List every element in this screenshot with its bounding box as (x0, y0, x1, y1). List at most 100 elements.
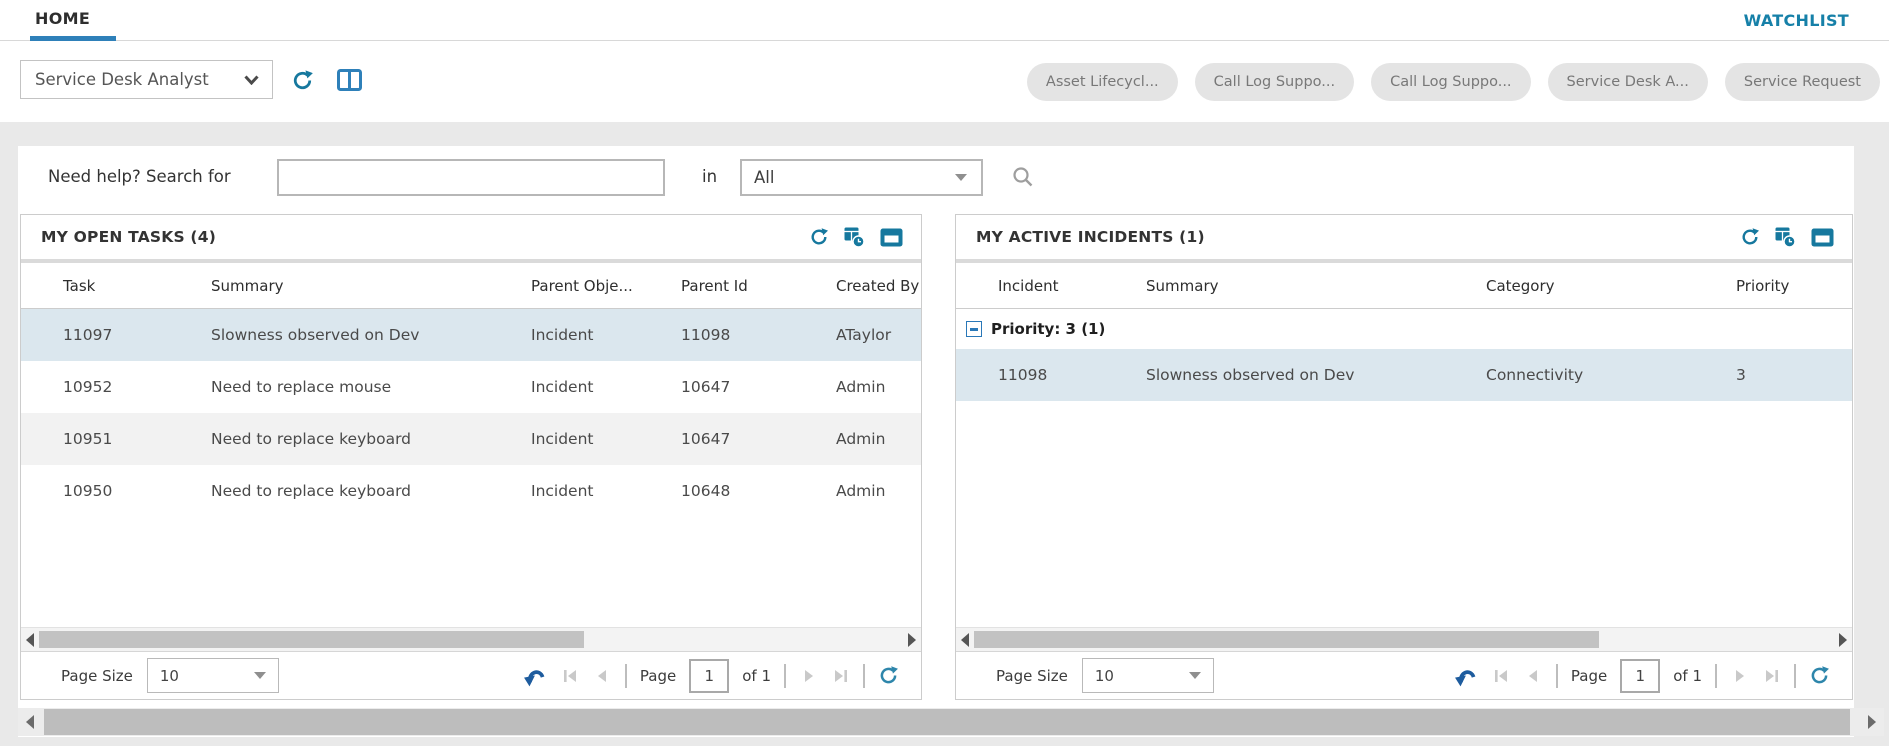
previous-page-icon[interactable] (593, 667, 612, 685)
separator (625, 664, 627, 688)
pill-asset-lifecycle[interactable]: Asset Lifecycl... (1027, 63, 1178, 101)
separator (784, 664, 786, 688)
table-row[interactable]: 11098 Slowness observed on Dev Connectiv… (956, 349, 1852, 401)
panel-my-active-incidents: MY ACTIVE INCIDENTS (1) (955, 214, 1853, 700)
column-header-summary[interactable]: Summary (1146, 277, 1486, 295)
next-page-icon[interactable] (1730, 667, 1749, 685)
tab-bar: HOME WATCHLIST (0, 0, 1889, 41)
scrollbar-thumb[interactable] (974, 631, 1599, 648)
cell-created-by: Admin (836, 378, 921, 396)
collapse-group-icon[interactable] (966, 321, 982, 337)
table-body: 11097 Slowness observed on Dev Incident … (21, 309, 921, 627)
pill-call-log-1[interactable]: Call Log Suppo... (1195, 63, 1354, 101)
cell-parent-id: 11098 (681, 326, 836, 344)
scrollbar-thumb[interactable] (39, 631, 584, 648)
open-window-icon[interactable] (1811, 228, 1834, 247)
column-header-summary[interactable]: Summary (211, 277, 531, 295)
open-window-icon[interactable] (880, 228, 903, 247)
help-search-bar: Need help? Search for in All (18, 146, 1854, 208)
export-schedule-icon[interactable] (1775, 227, 1796, 248)
panel-header: MY OPEN TASKS (4) (21, 215, 921, 259)
cell-parent-object: Incident (531, 430, 681, 448)
panel-title: MY ACTIVE INCIDENTS (1) (976, 228, 1740, 246)
cell-summary: Need to replace keyboard (211, 482, 531, 500)
first-page-icon[interactable] (561, 667, 580, 685)
first-page-icon[interactable] (1492, 667, 1511, 685)
search-input[interactable] (277, 159, 665, 196)
dropdown-arrow-icon (955, 174, 967, 181)
refresh-icon[interactable] (809, 227, 829, 247)
panel-horizontal-scrollbar[interactable] (956, 627, 1852, 651)
panel-horizontal-scrollbar[interactable] (21, 627, 921, 651)
pill-service-request[interactable]: Service Request (1725, 63, 1880, 101)
cell-created-by: Admin (836, 430, 921, 448)
reload-grid-icon[interactable] (1809, 665, 1830, 686)
scroll-left-arrow-icon[interactable] (26, 633, 34, 647)
page-horizontal-scrollbar[interactable] (18, 708, 1884, 736)
scroll-right-arrow-icon[interactable] (1868, 715, 1876, 729)
table-row[interactable]: 10950 Need to replace keyboard Incident … (21, 465, 921, 517)
panel-header: MY ACTIVE INCIDENTS (1) (956, 215, 1852, 259)
table-header-row: Task Summary Parent Obje... Parent Id Cr… (21, 263, 921, 309)
cell-category: Connectivity (1486, 366, 1736, 384)
previous-page-icon[interactable] (1524, 667, 1543, 685)
column-header-category[interactable]: Category (1486, 277, 1736, 295)
cell-incident: 11098 (956, 366, 1146, 384)
last-page-icon[interactable] (831, 667, 850, 685)
separator (863, 664, 865, 688)
column-header-parent-object[interactable]: Parent Obje... (531, 277, 681, 295)
pill-call-log-2[interactable]: Call Log Suppo... (1371, 63, 1530, 101)
role-dropdown[interactable]: Service Desk Analyst (20, 60, 273, 99)
scroll-left-arrow-icon[interactable] (961, 633, 969, 647)
export-schedule-icon[interactable] (844, 227, 865, 248)
separator (1715, 664, 1717, 688)
dropdown-arrow-icon (254, 672, 266, 679)
quick-template-pills: Asset Lifecycl... Call Log Suppo... Call… (1027, 63, 1880, 101)
page-number-input[interactable] (1620, 659, 1660, 693)
pager-controls: Page of 1 (523, 659, 899, 693)
table-row[interactable]: 10951 Need to replace keyboard Incident … (21, 413, 921, 465)
watchlist-link[interactable]: WATCHLIST (1744, 11, 1849, 30)
column-header-created-by[interactable]: Created By (836, 277, 921, 295)
page-label: Page (640, 667, 676, 685)
group-row-priority[interactable]: Priority: 3 (1) (956, 309, 1852, 349)
table-row[interactable]: 11097 Slowness observed on Dev Incident … (21, 309, 921, 361)
scroll-right-arrow-icon[interactable] (908, 633, 916, 647)
cell-created-by: Admin (836, 482, 921, 500)
page-label: Page (1571, 667, 1607, 685)
search-scope-dropdown[interactable]: All (740, 159, 983, 196)
tab-home[interactable]: HOME (35, 9, 90, 28)
column-header-priority[interactable]: Priority (1736, 277, 1852, 295)
column-header-parent-id[interactable]: Parent Id (681, 277, 836, 295)
table-row[interactable]: 10952 Need to replace mouse Incident 106… (21, 361, 921, 413)
search-icon[interactable] (1012, 166, 1034, 188)
pager-controls: Page of 1 (1454, 659, 1830, 693)
scroll-right-arrow-icon[interactable] (1839, 633, 1847, 647)
main-content-card: Need help? Search for in All MY OPEN TAS… (18, 146, 1854, 737)
refresh-icon[interactable] (1740, 227, 1760, 247)
page-size-dropdown[interactable]: 10 (1082, 658, 1214, 693)
retrieve-data-icon[interactable] (523, 664, 548, 688)
refresh-icon[interactable] (291, 69, 314, 92)
toolbar: Service Desk Analyst Asset Lifecycl... C… (0, 42, 1889, 122)
page-of-label: of 1 (742, 667, 771, 685)
dropdown-arrow-icon (1189, 672, 1201, 679)
next-page-icon[interactable] (799, 667, 818, 685)
cell-parent-object: Incident (531, 378, 681, 396)
column-header-incident[interactable]: Incident (956, 277, 1146, 295)
page-size-label: Page Size (61, 667, 133, 685)
pill-service-desk[interactable]: Service Desk A... (1548, 63, 1708, 101)
reload-grid-icon[interactable] (878, 665, 899, 686)
page-size-label: Page Size (996, 667, 1068, 685)
scrollbar-thumb[interactable] (44, 709, 1850, 735)
page-number-input[interactable] (689, 659, 729, 693)
retrieve-data-icon[interactable] (1454, 664, 1479, 688)
page-size-value: 10 (160, 667, 179, 685)
cell-summary: Need to replace keyboard (211, 430, 531, 448)
split-columns-icon[interactable] (337, 69, 362, 91)
page-size-dropdown[interactable]: 10 (147, 658, 279, 693)
search-scope-value: All (754, 168, 774, 187)
scroll-left-arrow-icon[interactable] (26, 715, 34, 729)
last-page-icon[interactable] (1762, 667, 1781, 685)
column-header-task[interactable]: Task (21, 277, 211, 295)
